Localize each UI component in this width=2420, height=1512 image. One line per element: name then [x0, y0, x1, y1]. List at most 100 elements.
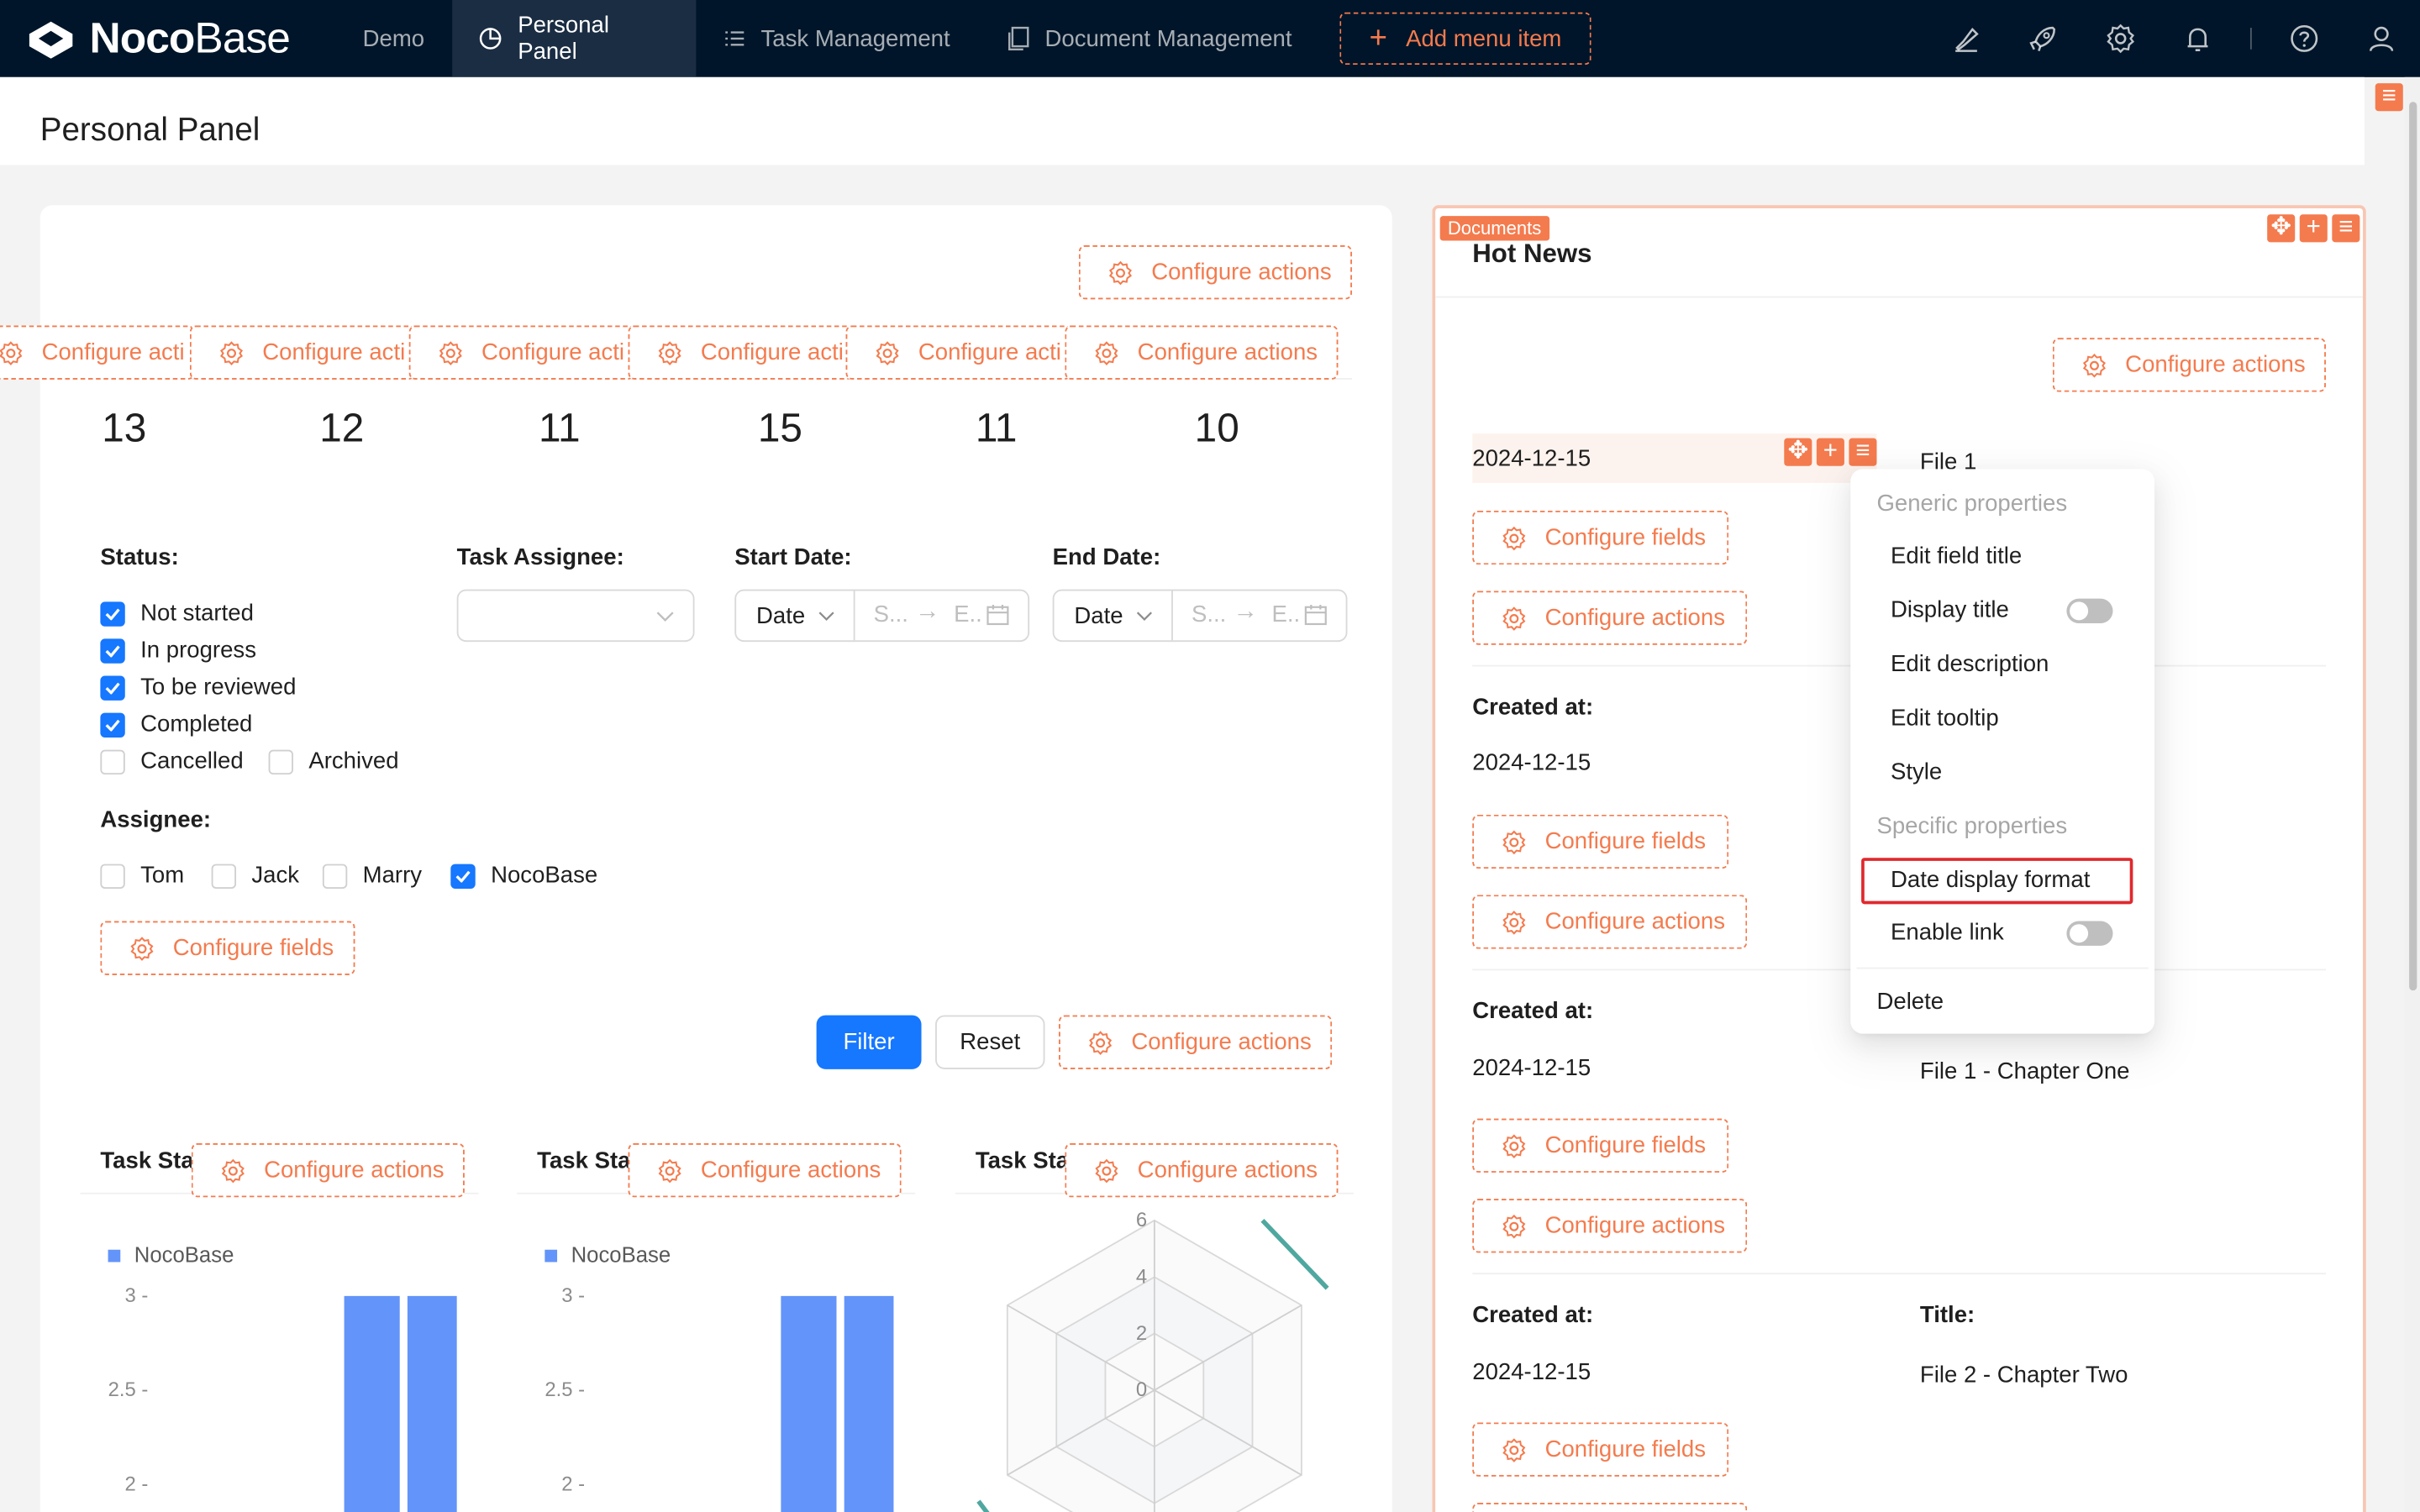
checkbox-checked-icon[interactable] [100, 675, 125, 700]
configure-actions-button[interactable]: Configure actions [1065, 1143, 1339, 1198]
status-option-not-started[interactable]: Not started [100, 600, 254, 627]
stat-configure-actions-button[interactable]: Configure actions [1065, 325, 1339, 380]
configure-actions-button[interactable] [1472, 1502, 1748, 1512]
menu-item-edit-tooltip[interactable]: Edit tooltip [1891, 705, 1999, 731]
configure-fields-button[interactable]: Configure fields [1472, 814, 1729, 869]
card-header-divider [1435, 296, 2364, 298]
bar [781, 1295, 837, 1512]
drag-handle-icon[interactable]: ✥ [1784, 438, 1812, 466]
assignee-option-jack[interactable]: Jack [211, 863, 299, 889]
enable-link-toggle[interactable] [2066, 921, 2113, 946]
button-label: Configure actions [264, 1157, 445, 1184]
stat-configure-actions-button[interactable]: Configure acti [189, 325, 416, 380]
stat-value: 12 [319, 404, 365, 451]
configure-actions-button[interactable]: Configure actions [1472, 591, 1748, 645]
radar-ring-label: 0 [1136, 1378, 1147, 1401]
start-date-type-select[interactable]: Date [736, 591, 855, 641]
status-option-in-progress[interactable]: In progress [100, 638, 256, 664]
reset-button[interactable]: Reset [935, 1015, 1045, 1069]
checkbox-unchecked-icon[interactable] [322, 863, 348, 889]
user-icon[interactable] [2366, 24, 2397, 55]
add-block-icon[interactable]: + [2299, 214, 2328, 243]
stat-configure-actions-button[interactable]: Configure acti [628, 325, 854, 380]
task-assignee-select[interactable] [456, 589, 695, 643]
gear-icon [1095, 1158, 1118, 1183]
checkbox-unchecked-icon[interactable] [211, 863, 237, 889]
menu-item-enable-link[interactable]: Enable link [1891, 920, 2004, 946]
page-settings-toolbar[interactable]: ≡ [2375, 83, 2403, 112]
checkbox-checked-icon[interactable] [100, 638, 125, 663]
button-label: Configure actions [1137, 1157, 1318, 1184]
rocket-icon[interactable] [2028, 24, 2059, 55]
nav-item-task-management[interactable]: Task Management [697, 0, 976, 77]
end-date-range-start[interactable]: S... [1192, 601, 1226, 627]
configure-actions-button[interactable]: Configure actions [1078, 245, 1352, 300]
assignee-label: Assignee: [100, 806, 212, 833]
assignee-option-tom[interactable]: Tom [100, 863, 184, 889]
checkbox-unchecked-icon[interactable] [100, 748, 125, 774]
configure-actions-button[interactable]: Configure actions [628, 1143, 902, 1198]
stat-configure-actions-button[interactable]: Configure acti [0, 325, 195, 380]
gear-icon [1502, 1133, 1526, 1158]
status-option-cancelled[interactable]: Cancelled [100, 748, 244, 774]
nav-item-personal-panel[interactable]: Personal Panel [452, 0, 697, 77]
menu-item-display-title[interactable]: Display title [1891, 597, 2009, 623]
menu-item-delete[interactable]: Delete [1876, 989, 1944, 1015]
end-date-range-end[interactable]: E.. [1271, 601, 1300, 627]
checkbox-unchecked-icon[interactable] [100, 863, 125, 889]
help-icon[interactable] [2289, 24, 2320, 55]
bar [844, 1295, 894, 1512]
nav-item-demo[interactable]: Demo [336, 0, 450, 77]
checkbox-checked-icon[interactable] [100, 711, 125, 738]
configure-fields-button[interactable]: Configure fields [1472, 1422, 1729, 1477]
highlighter-icon[interactable] [1951, 24, 1982, 55]
start-date-range-start[interactable]: S... [874, 601, 908, 627]
calendar-icon [1304, 605, 1327, 626]
checkbox-checked-icon[interactable] [100, 601, 125, 626]
assignee-option-marry[interactable]: Marry [322, 863, 422, 889]
configure-fields-button[interactable]: Configure fields [1472, 510, 1729, 565]
configure-fields-button[interactable]: Configure fields [100, 921, 355, 975]
start-date-range-end[interactable]: E.. [954, 601, 982, 627]
status-option-archived[interactable]: Archived [268, 748, 399, 774]
stat-value: 10 [1194, 404, 1239, 451]
menu-item-style[interactable]: Style [1891, 759, 1942, 785]
filter-button[interactable]: Filter [816, 1015, 922, 1069]
status-option-completed[interactable]: Completed [100, 711, 252, 738]
app-logo[interactable]: Noco Base [24, 13, 291, 64]
menu-item-date-display-format[interactable]: Date display format [1891, 867, 2090, 893]
end-date-type-select[interactable]: Date [1054, 591, 1173, 641]
stat-configure-actions-button[interactable]: Configure acti [845, 325, 1071, 380]
stat-configure-actions-button[interactable]: Configure acti [408, 325, 634, 380]
nav-item-document-management[interactable]: Document Management [981, 0, 1318, 77]
button-label: Configure acti [41, 339, 185, 366]
menu-item-edit-field-title[interactable]: Edit field title [1891, 543, 2022, 570]
gear-icon[interactable] [2105, 24, 2136, 55]
menu-item-edit-description[interactable]: Edit description [1891, 651, 2049, 677]
checkbox-unchecked-icon[interactable] [268, 748, 293, 774]
configure-fields-button[interactable]: Configure fields [1472, 1118, 1729, 1173]
menu-icon[interactable]: ≡ [2332, 214, 2360, 243]
status-option-to-be-reviewed[interactable]: To be reviewed [100, 675, 296, 701]
configure-actions-button[interactable]: Configure actions [1472, 1199, 1748, 1253]
menu-icon[interactable]: ≡ [2375, 83, 2403, 112]
add-field-icon[interactable]: + [1816, 438, 1844, 466]
gear-icon [1502, 829, 1526, 854]
configure-actions-button[interactable]: Configure actions [2052, 338, 2326, 392]
gear-icon [658, 1158, 681, 1183]
drag-handle-icon[interactable]: ✥ [2267, 214, 2296, 243]
plus-icon: + [1369, 21, 1388, 56]
checkbox-checked-icon[interactable] [450, 863, 476, 889]
assignee-option-nocobase[interactable]: NocoBase [450, 863, 597, 889]
scrollbar-thumb[interactable] [2409, 102, 2417, 991]
logo-text-light: Base [194, 13, 290, 62]
add-menu-item-button[interactable]: + Add menu item [1339, 12, 1591, 66]
display-title-toggle[interactable] [2066, 598, 2113, 624]
configure-actions-button[interactable]: Configure actions [191, 1143, 465, 1198]
created-at-value: 2024-12-15 [1472, 445, 1591, 473]
configure-actions-button[interactable]: Configure actions [1059, 1015, 1333, 1069]
bell-icon[interactable] [2182, 24, 2213, 55]
configure-actions-button[interactable]: Configure actions [1472, 895, 1748, 949]
menu-icon[interactable]: ≡ [1849, 438, 1877, 466]
copy-icon [1008, 26, 1029, 50]
